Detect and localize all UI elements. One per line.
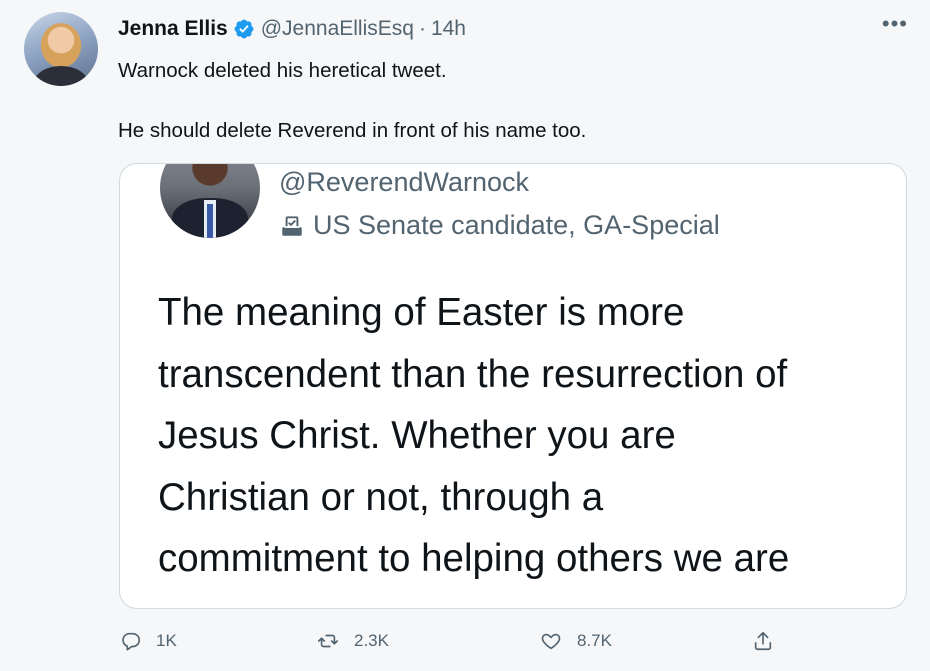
reply-count: 1K xyxy=(156,631,177,650)
embedded-candidate-label: US Senate candidate, GA-Special xyxy=(279,210,720,241)
author-avatar[interactable] xyxy=(24,12,98,86)
reply-button[interactable]: 1K xyxy=(120,624,177,658)
tweet-text: Warnock deleted his heretical tweet. He … xyxy=(118,58,586,144)
like-button[interactable]: 8.7K xyxy=(539,624,612,658)
retweet-icon xyxy=(318,634,338,648)
more-options-button[interactable]: ••• xyxy=(882,13,908,35)
embedded-body-line: commitment to helping others we are xyxy=(158,537,790,580)
tweet-timestamp[interactable]: 14h xyxy=(431,17,466,41)
embedded-handle: @ReverendWarnock xyxy=(279,167,530,197)
tweet-text-line: He should delete Reverend in front of hi… xyxy=(118,119,587,142)
header-separator: · xyxy=(418,17,426,40)
heart-icon xyxy=(541,633,561,650)
reply-icon xyxy=(122,632,141,651)
ballot-box-icon xyxy=(282,215,302,236)
share-icon xyxy=(754,631,772,651)
embedded-body-line: The meaning of Easter is more xyxy=(158,291,685,334)
tweet-text-line: Warnock deleted his heretical tweet. xyxy=(118,59,447,82)
embedded-body-line: Christian or not, through a xyxy=(158,475,604,519)
tweet-media-image[interactable]: @ReverendWarnock US Senate candidate, GA… xyxy=(119,163,907,609)
embedded-avatar xyxy=(160,164,260,238)
author-handle[interactable]: @JennaEllisEsq xyxy=(261,17,414,41)
author-name[interactable]: Jenna Ellis xyxy=(118,17,228,41)
verified-badge-icon xyxy=(234,19,254,39)
embedded-body-line: transcendent than the resurrection of xyxy=(158,352,788,396)
embedded-label-text: US Senate candidate, GA-Special xyxy=(313,210,720,240)
avatar-tie xyxy=(207,204,213,238)
tweet-actions-bar: 1K 2.3K 8.7K xyxy=(118,624,798,658)
retweet-count: 2.3K xyxy=(354,631,389,650)
embedded-tweet-body: The meaning of Easter is more transcende… xyxy=(158,282,878,590)
tweet-header: Jenna Ellis @JennaEllisEsq · 14h xyxy=(118,14,466,44)
retweet-button[interactable]: 2.3K xyxy=(316,624,389,658)
embedded-body-line: Jesus Christ. Whether you are xyxy=(158,414,676,457)
avatar-shoulders xyxy=(34,66,88,86)
share-button[interactable] xyxy=(752,624,788,658)
like-count: 8.7K xyxy=(577,631,612,650)
